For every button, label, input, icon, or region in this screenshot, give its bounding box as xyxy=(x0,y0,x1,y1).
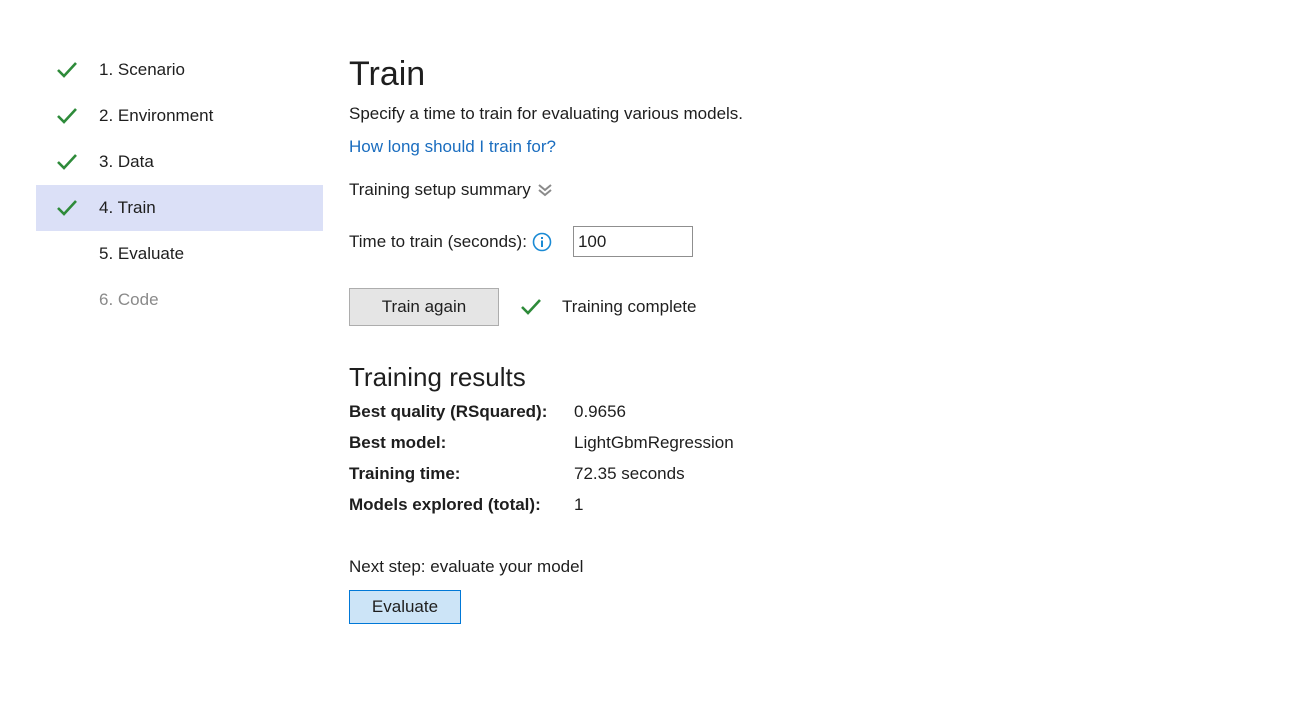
result-key: Models explored (total): xyxy=(349,495,541,514)
sidebar-item-label: 3. Data xyxy=(99,152,154,171)
wizard-steps-sidebar: 1. Scenario 2. Environment 3. Data 4. Tr… xyxy=(36,47,323,323)
sidebar-item-label: 6. Code xyxy=(99,290,159,309)
next-step-text: Next step: evaluate your model xyxy=(349,557,584,576)
sidebar-item-label: 2. Environment xyxy=(99,106,214,125)
time-to-train-row: Time to train (seconds): xyxy=(349,225,693,258)
sidebar-item-label: 5. Evaluate xyxy=(99,244,185,263)
check-icon xyxy=(521,299,541,315)
result-value: 72.35 seconds xyxy=(574,464,685,483)
evaluate-button[interactable]: Evaluate xyxy=(349,590,461,624)
sidebar-item-evaluate[interactable]: 5. Evaluate xyxy=(36,231,323,277)
sidebar-item-label: 1. Scenario xyxy=(99,60,185,79)
check-icon xyxy=(57,154,77,170)
summary-toggle-label: Training setup summary xyxy=(349,180,531,199)
training-time-help-link[interactable]: How long should I train for? xyxy=(349,136,556,158)
info-icon[interactable] xyxy=(532,232,552,252)
result-key: Best model: xyxy=(349,433,447,452)
sidebar-item-environment[interactable]: 2. Environment xyxy=(36,93,323,139)
result-key: Best quality (RSquared): xyxy=(349,402,548,421)
check-icon xyxy=(57,200,77,216)
result-key: Training time: xyxy=(349,464,461,483)
result-value: 1 xyxy=(574,495,584,514)
training-setup-summary-toggle[interactable]: Training setup summary xyxy=(349,179,553,201)
train-action-row: Train again Training complete xyxy=(349,288,697,326)
time-to-train-input[interactable] xyxy=(572,226,693,257)
training-status-text: Training complete xyxy=(562,297,697,316)
time-to-train-label: Time to train (seconds): xyxy=(349,231,527,251)
train-page: 1. Scenario 2. Environment 3. Data 4. Tr… xyxy=(0,0,1301,707)
page-subtitle: Specify a time to train for evaluating v… xyxy=(349,104,744,123)
check-icon xyxy=(57,108,77,124)
page-title: Train xyxy=(349,55,426,93)
sidebar-item-label: 4. Train xyxy=(99,198,156,217)
result-value: LightGbmRegression xyxy=(574,433,734,452)
sidebar-item-scenario[interactable]: 1. Scenario xyxy=(36,47,323,93)
train-again-button[interactable]: Train again xyxy=(349,288,499,326)
sidebar-item-train[interactable]: 4. Train xyxy=(36,185,323,231)
sidebar-item-code: 6. Code xyxy=(36,277,323,323)
check-icon xyxy=(57,62,77,78)
sidebar-item-data[interactable]: 3. Data xyxy=(36,139,323,185)
training-results-heading: Training results xyxy=(349,362,526,392)
double-chevron-down-icon xyxy=(538,184,552,197)
result-value: 0.9656 xyxy=(574,402,626,421)
